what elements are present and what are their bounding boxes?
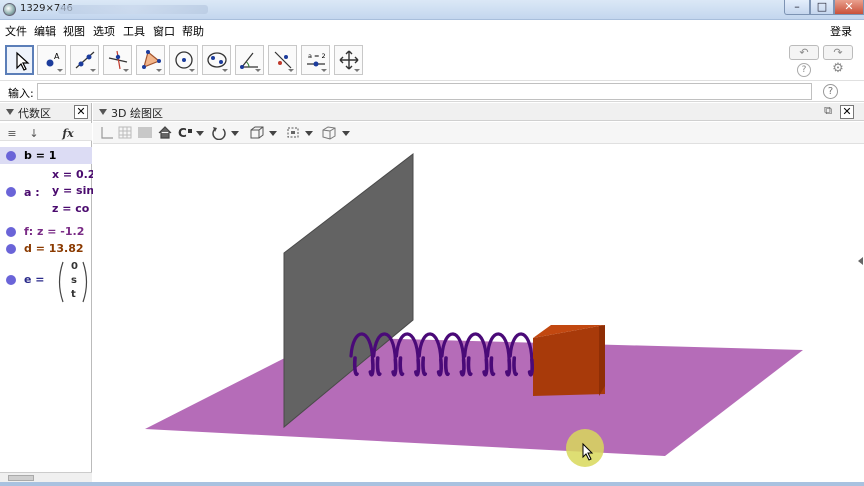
menu-edit[interactable]: 编辑: [34, 23, 56, 39]
visibility-dot-icon[interactable]: [6, 244, 16, 254]
perpendicular-line-tool-icon: [108, 50, 128, 70]
move-tool-button[interactable]: [5, 45, 34, 75]
graphics-3d-title: 3D 绘图区: [111, 107, 163, 120]
collapse-arrow-icon[interactable]: [99, 109, 107, 115]
svg-text:C: C: [178, 126, 187, 140]
dropdown-arrow-icon[interactable]: [196, 131, 204, 136]
algebra-toolbar: ≡ ↓ fx: [0, 123, 92, 141]
circle-tool-button[interactable]: [169, 45, 198, 75]
close-window-button[interactable]: ✕: [834, 0, 864, 15]
algebra-item-f[interactable]: f: z = -1.2: [0, 223, 92, 240]
menu-tools[interactable]: 工具: [123, 23, 145, 39]
visibility-dot-icon[interactable]: [6, 227, 16, 237]
taskbar-edge: [0, 482, 864, 486]
move-tool-icon: [16, 51, 30, 71]
close-graphics-3d-button[interactable]: ✕: [840, 105, 854, 119]
menu-file[interactable]: 文件: [5, 23, 27, 39]
axes-toggle-icon[interactable]: [99, 125, 115, 140]
graphics-3d-style-bar: C: [93, 122, 864, 144]
conic-tool-icon: [207, 52, 227, 68]
undock-view-icon[interactable]: ⧉: [821, 104, 835, 118]
cube-front-face[interactable]: [533, 326, 605, 396]
plane-f[interactable]: [145, 337, 803, 456]
projection-icon[interactable]: [321, 125, 337, 140]
sort-order-icon[interactable]: ↓: [26, 126, 42, 141]
box-clip-icon[interactable]: [285, 125, 301, 140]
move-view-tool-button[interactable]: [334, 45, 363, 75]
move-view-tool-icon: [339, 50, 359, 70]
input-label: 输入:: [8, 87, 34, 100]
slider-tool-button[interactable]: a = 2: [301, 45, 330, 75]
scene-3d[interactable]: [93, 144, 864, 486]
minimize-button[interactable]: –: [784, 0, 810, 15]
algebra-horizontal-scrollbar[interactable]: [0, 472, 92, 482]
dropdown-arrow-icon[interactable]: [269, 131, 277, 136]
view-box-icon[interactable]: [249, 125, 265, 140]
undo-button[interactable]: ↶: [789, 45, 819, 60]
geogebra-window: 1329×746 – □ ✕ 文件 编辑 视图 选项 工具 窗口 帮助 登录 A: [0, 0, 864, 486]
app-icon: [3, 3, 16, 16]
side-panel-toggle-icon[interactable]: [858, 257, 863, 265]
visibility-dot-icon[interactable]: [6, 151, 16, 161]
dropdown-arrow-icon[interactable]: [305, 131, 313, 136]
home-view-icon[interactable]: [157, 125, 173, 140]
point-tool-button[interactable]: A: [37, 45, 66, 75]
settings-gear-icon[interactable]: ⚙: [831, 62, 845, 76]
polygon-tool-icon: [142, 50, 161, 69]
polygon-tool-button[interactable]: [136, 45, 165, 75]
grid-toggle-icon[interactable]: [117, 125, 133, 140]
visibility-dot-icon[interactable]: [6, 275, 16, 285]
algebra-item-e[interactable]: e = 0 s t: [0, 258, 92, 304]
point-tool-icon: A: [46, 52, 60, 67]
algebra-view-header: 代数区 ✕: [0, 103, 91, 121]
plane-toggle-icon[interactable]: [137, 125, 153, 140]
menu-window[interactable]: 窗口: [153, 23, 175, 39]
fx-icon[interactable]: fx: [60, 126, 76, 141]
graphics-3d-view: 3D 绘图区 ⧉ ✕ C: [93, 103, 864, 486]
algebra-item-a[interactable]: a : x = 0.2 y = sin z = co: [0, 166, 95, 224]
angle-tool-button[interactable]: [235, 45, 264, 75]
title-bar: 1329×746 – □ ✕: [0, 0, 864, 20]
line-tool-button[interactable]: [70, 45, 99, 75]
visibility-dot-icon[interactable]: [6, 187, 16, 197]
clipping-icon[interactable]: C: [177, 125, 193, 140]
blurred-title-text: [58, 5, 208, 14]
rotate-view-icon[interactable]: [211, 125, 227, 140]
perpendicular-line-tool-button[interactable]: [103, 45, 132, 75]
help-icon[interactable]: ?: [797, 63, 811, 77]
scrollbar-thumb[interactable]: [8, 475, 34, 481]
redo-button[interactable]: ↷: [823, 45, 853, 60]
maximize-button[interactable]: □: [810, 0, 834, 15]
menu-options[interactable]: 选项: [93, 23, 115, 39]
dropdown-arrow-icon[interactable]: [231, 131, 239, 136]
svg-text:a = 2: a = 2: [308, 52, 326, 60]
login-link[interactable]: 登录: [830, 23, 852, 39]
slider-tool-icon: a = 2: [307, 52, 326, 67]
graphics-3d-header: 3D 绘图区 ⧉ ✕: [93, 103, 864, 121]
menu-view[interactable]: 视图: [63, 23, 85, 39]
algebra-item-d[interactable]: d = 13.82: [0, 240, 92, 257]
dropdown-arrow-icon[interactable]: [342, 131, 350, 136]
reflect-tool-button[interactable]: [268, 45, 297, 75]
input-bar: 输入: ?: [0, 80, 864, 102]
command-input[interactable]: [37, 83, 812, 100]
conic-tool-button[interactable]: [202, 45, 231, 75]
circle-tool-icon: [175, 51, 193, 69]
menu-help[interactable]: 帮助: [182, 23, 204, 39]
input-help-icon[interactable]: ?: [823, 84, 838, 99]
line-tool-icon: [75, 51, 95, 69]
angle-tool-icon: [240, 52, 258, 69]
tool-bar: A a = 2 ↶ ↷ ? ⚙: [0, 41, 864, 79]
reflect-tool-icon: [274, 51, 292, 69]
menu-bar: 文件 编辑 视图 选项 工具 窗口 帮助 登录: [0, 20, 864, 39]
algebra-view-title: 代数区: [18, 107, 51, 120]
svg-text:A: A: [54, 52, 60, 61]
sort-icon[interactable]: ≡: [4, 126, 20, 141]
algebra-view: 代数区 ✕ ≡ ↓ fx b = 1 a : x = 0.2 y = sin z…: [0, 103, 95, 486]
algebra-item-b[interactable]: b = 1: [0, 147, 92, 164]
cube-right-face[interactable]: [599, 325, 605, 396]
close-algebra-view-button[interactable]: ✕: [74, 105, 88, 119]
collapse-arrow-icon[interactable]: [6, 109, 14, 115]
